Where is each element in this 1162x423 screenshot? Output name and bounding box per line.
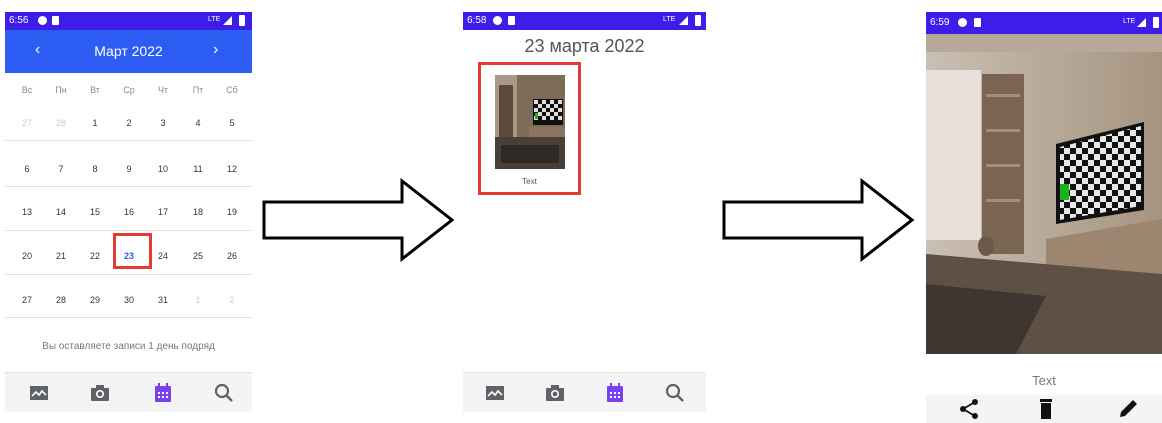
- status-bar: 6:56 LTE: [5, 12, 252, 30]
- weekday-label: Сб: [226, 85, 238, 95]
- grid-divider: [5, 317, 252, 318]
- calendar-day[interactable]: 9: [114, 164, 144, 174]
- calendar-icon[interactable]: [603, 381, 627, 405]
- camera-icon[interactable]: [88, 381, 112, 405]
- sim-icon: [52, 16, 59, 25]
- calendar-day[interactable]: 13: [12, 207, 42, 217]
- gallery-icon[interactable]: [483, 381, 507, 405]
- status-bar: 6:58 LTE: [463, 12, 706, 30]
- signal-icon: [1137, 18, 1146, 27]
- sim-icon: [974, 18, 981, 27]
- calendar-day[interactable]: 8: [80, 164, 110, 174]
- notification-icon: [958, 18, 967, 27]
- entry-caption: Text: [522, 177, 537, 186]
- battery-icon: [1153, 17, 1159, 28]
- day-entries-screen: 6:58 LTE 23 марта 2022 Text: [463, 12, 706, 412]
- entry-thumbnail: [495, 75, 565, 169]
- action-bar: [926, 395, 1162, 423]
- grid-divider: [5, 230, 252, 231]
- calendar-day[interactable]: 1: [80, 118, 110, 128]
- entry-photo: [926, 34, 1162, 354]
- calendar-day[interactable]: 4: [183, 118, 213, 128]
- calendar-day[interactable]: 20: [12, 251, 42, 261]
- grid-divider: [5, 274, 252, 275]
- calendar-day[interactable]: 15: [80, 207, 110, 217]
- calendar-day[interactable]: 22: [80, 251, 110, 261]
- calendar-day[interactable]: 27: [12, 295, 42, 305]
- grid-divider: [5, 186, 252, 187]
- calendar-day[interactable]: 7: [46, 164, 76, 174]
- status-bar: 6:59 LTE: [926, 12, 1162, 34]
- calendar-day[interactable]: 1: [183, 295, 213, 305]
- calendar-day[interactable]: 2: [217, 295, 247, 305]
- calendar-day[interactable]: 11: [183, 164, 213, 174]
- calendar-day[interactable]: 5: [217, 118, 247, 128]
- entry-detail-screen: 6:59 LTE Text: [926, 12, 1162, 423]
- bottom-nav: [5, 372, 252, 412]
- weekday-label: Чт: [157, 85, 169, 95]
- gallery-icon[interactable]: [27, 381, 51, 405]
- signal-icon: [223, 16, 232, 25]
- entry-caption: Text: [1032, 373, 1056, 388]
- entry-card[interactable]: Text: [478, 62, 581, 195]
- calendar-header: ‹ Март 2022 ›: [5, 30, 252, 73]
- flow-arrow-2: [722, 178, 915, 262]
- calendar-day[interactable]: 14: [46, 207, 76, 217]
- calendar-day[interactable]: 19: [217, 207, 247, 217]
- flow-arrow-1: [262, 178, 455, 262]
- calendar-day[interactable]: 25: [183, 251, 213, 261]
- weekday-label: Ср: [123, 85, 135, 95]
- signal-icon: [679, 16, 688, 25]
- network-label: LTE: [663, 16, 676, 23]
- calendar-day[interactable]: 12: [217, 164, 247, 174]
- notification-icon: [493, 16, 502, 25]
- grid-divider: [5, 140, 252, 141]
- calendar-day[interactable]: 10: [148, 164, 178, 174]
- status-time: 6:56: [9, 15, 29, 26]
- sim-icon: [508, 16, 515, 25]
- calendar-day[interactable]: 28: [46, 295, 76, 305]
- calendar-day[interactable]: 21: [46, 251, 76, 261]
- calendar-day[interactable]: 17: [148, 207, 178, 217]
- streak-text: Вы оставляете записи 1 день подряд: [42, 341, 215, 352]
- delete-icon[interactable]: [1033, 397, 1059, 421]
- weekday-label: Вс: [21, 85, 33, 95]
- next-month-button[interactable]: ›: [213, 41, 218, 59]
- notification-icon: [38, 16, 47, 25]
- calendar-day[interactable]: 26: [217, 251, 247, 261]
- battery-icon: [695, 15, 701, 26]
- calendar-day[interactable]: 6: [12, 164, 42, 174]
- share-icon[interactable]: [956, 397, 982, 421]
- edit-icon[interactable]: [1116, 397, 1142, 421]
- battery-icon: [239, 15, 245, 26]
- search-icon[interactable]: [663, 381, 687, 405]
- network-label: LTE: [1123, 18, 1136, 25]
- weekday-label: Пн: [55, 85, 67, 95]
- calendar-day[interactable]: 2: [114, 118, 144, 128]
- calendar-day[interactable]: 29: [80, 295, 110, 305]
- calendar-day[interactable]: 28: [46, 118, 76, 128]
- bottom-nav: [463, 372, 706, 412]
- network-label: LTE: [208, 16, 221, 23]
- calendar-day[interactable]: 3: [148, 118, 178, 128]
- calendar-day[interactable]: 27: [12, 118, 42, 128]
- calendar-day[interactable]: 31: [148, 295, 178, 305]
- camera-icon[interactable]: [543, 381, 567, 405]
- date-title: 23 марта 2022: [524, 36, 645, 56]
- calendar-day[interactable]: 16: [114, 207, 144, 217]
- calendar-screen: 6:56 LTE ‹ Март 2022 › Вс Пн Вт Ср Чт Пт Сб 27…: [5, 12, 252, 412]
- calendar-day[interactable]: 30: [114, 295, 144, 305]
- search-icon[interactable]: [212, 381, 236, 405]
- selected-day-highlight: [113, 233, 152, 269]
- calendar-icon[interactable]: [151, 381, 175, 405]
- calendar-day[interactable]: 18: [183, 207, 213, 217]
- weekday-label: Пт: [192, 85, 204, 95]
- weekday-label: Вт: [90, 85, 100, 95]
- status-time: 6:58: [467, 15, 487, 26]
- calendar-day[interactable]: 24: [148, 251, 178, 261]
- status-time: 6:59: [930, 17, 950, 28]
